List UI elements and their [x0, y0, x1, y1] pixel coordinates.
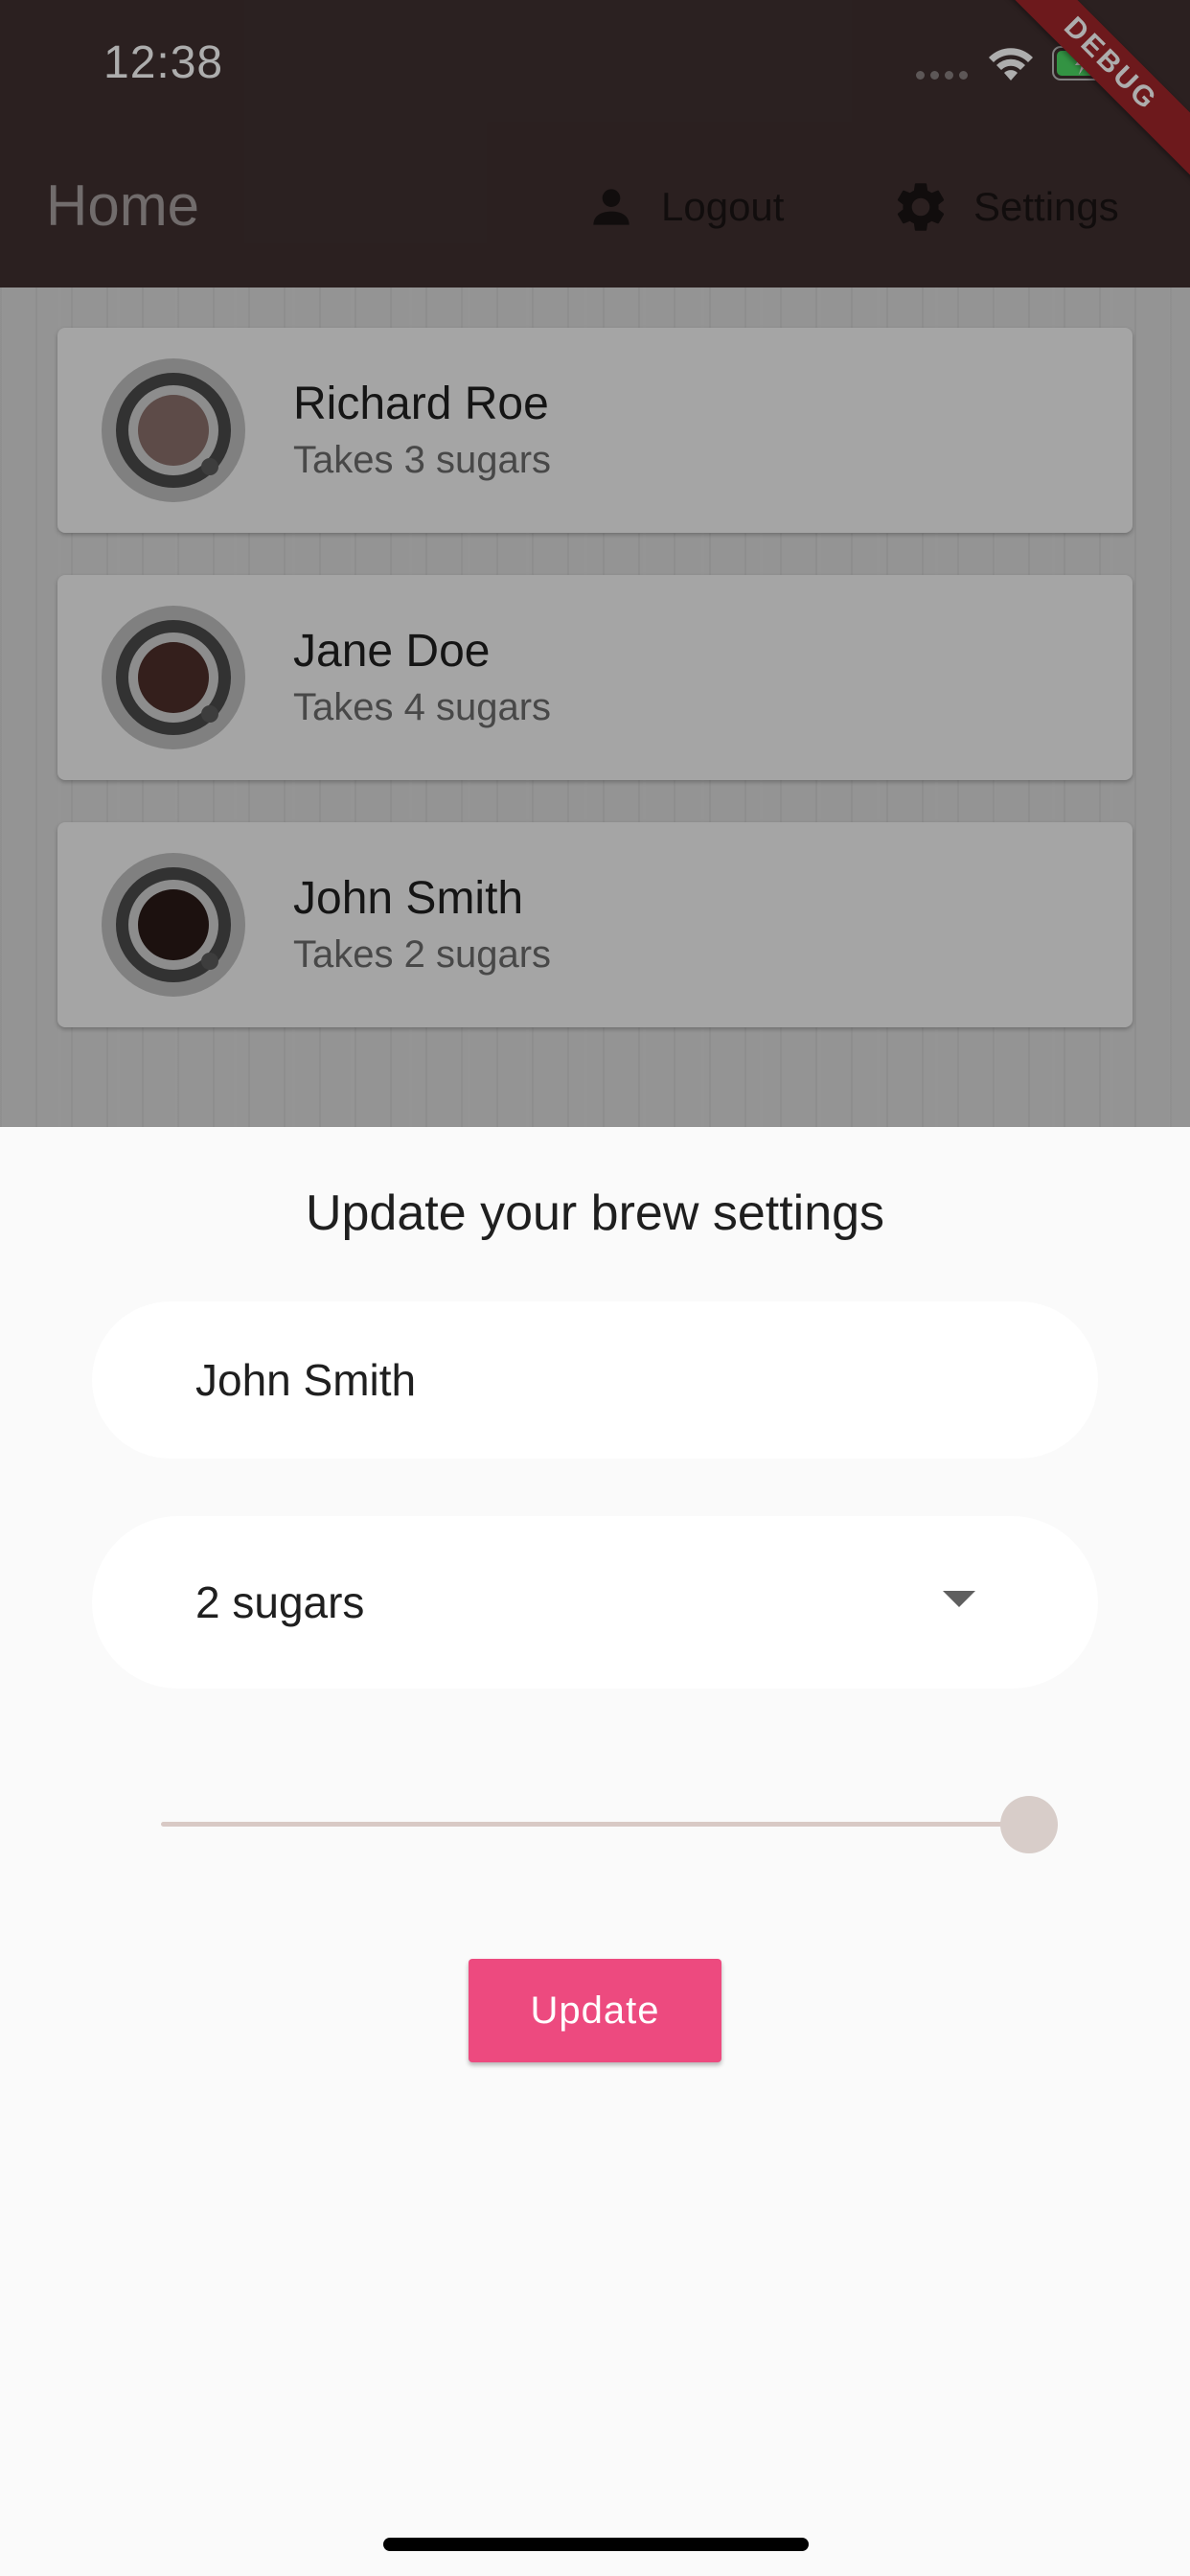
- coffee-cup-icon: [102, 853, 245, 997]
- app-bar: 12:38 Home Logout Settings DEBUG: [0, 0, 1190, 288]
- coffee-cup-icon: [102, 606, 245, 749]
- strength-slider[interactable]: [161, 1796, 1058, 1853]
- gear-icon: [897, 183, 945, 231]
- slider-thumb[interactable]: [1000, 1796, 1058, 1853]
- settings-label: Settings: [973, 184, 1119, 229]
- arrow-drop-down-icon: [943, 1591, 975, 1607]
- home-indicator: [383, 2538, 809, 2551]
- brew-card-subtitle: Takes 4 sugars: [293, 686, 552, 728]
- logout-button[interactable]: Logout: [584, 178, 784, 236]
- sugars-dropdown[interactable]: 2 sugars: [92, 1516, 1098, 1689]
- sheet-title: Update your brew settings: [305, 1185, 885, 1241]
- settings-button[interactable]: Settings: [891, 178, 1119, 236]
- name-field[interactable]: [195, 1354, 962, 1406]
- brew-card-subtitle: Takes 3 sugars: [293, 439, 552, 481]
- cellular-signal-icon: [916, 71, 968, 80]
- slider-track: [161, 1822, 1029, 1827]
- brew-card[interactable]: Jane Doe Takes 4 sugars: [57, 575, 1133, 780]
- brew-list: Richard Roe Takes 3 sugars Jane Doe Take…: [0, 288, 1190, 1127]
- debug-banner: DEBUG: [990, 0, 1190, 185]
- brew-card-name: Jane Doe: [293, 626, 491, 677]
- name-field-container: [92, 1301, 1098, 1459]
- wifi-icon: [989, 48, 1033, 80]
- update-button[interactable]: Update: [469, 1959, 721, 2062]
- sugars-selected-value: 2 sugars: [195, 1577, 365, 1627]
- brew-card-name: John Smith: [293, 873, 524, 924]
- brew-card-subtitle: Takes 2 sugars: [293, 933, 552, 976]
- logout-label: Logout: [661, 184, 785, 229]
- person-icon: [593, 189, 629, 225]
- brew-card-name: Richard Roe: [293, 379, 549, 429]
- app-title: Home: [46, 173, 200, 238]
- coffee-cup-icon: [102, 358, 245, 502]
- status-time: 12:38: [103, 37, 224, 88]
- brew-settings-sheet: Update your brew settings 2 sugars Updat…: [0, 1127, 1190, 2576]
- app-screen: 12:38 Home Logout Settings DEBUG Richard…: [0, 0, 1190, 2576]
- brew-card[interactable]: John Smith Takes 2 sugars: [57, 822, 1133, 1027]
- brew-card[interactable]: Richard Roe Takes 3 sugars: [57, 328, 1133, 533]
